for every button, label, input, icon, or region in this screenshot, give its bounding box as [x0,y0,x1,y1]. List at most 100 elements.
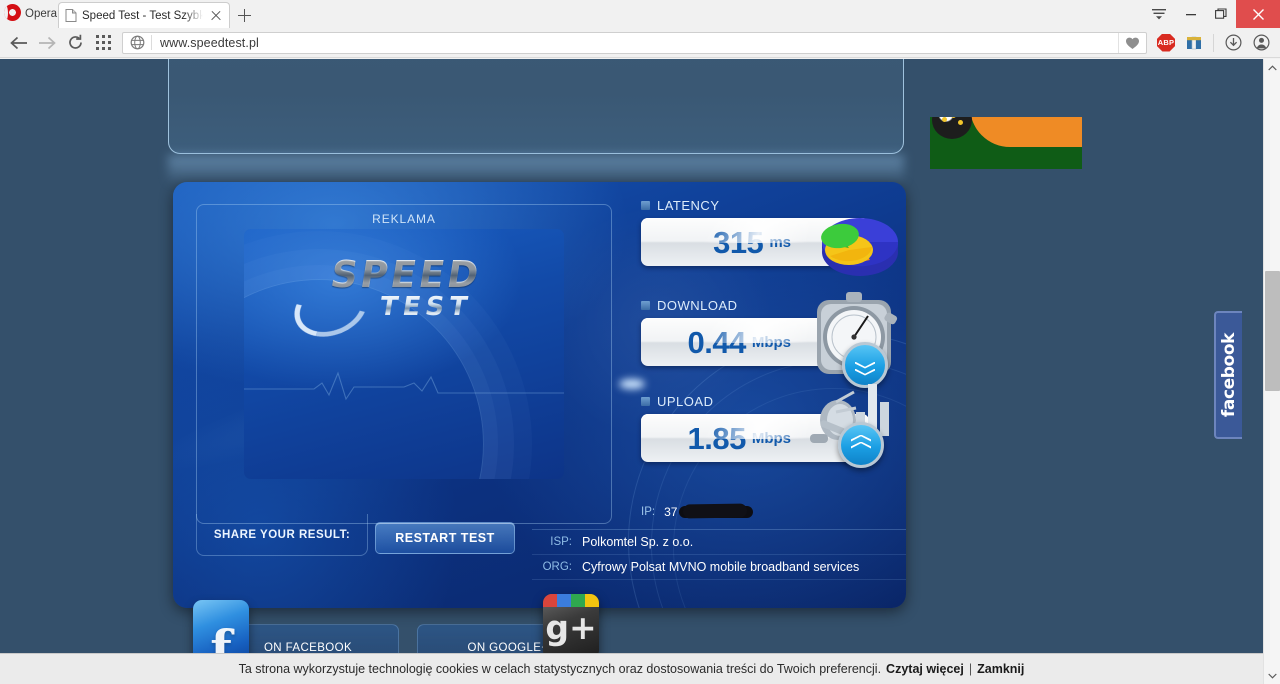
speed-dial-grid-icon [95,35,111,50]
bookmark-heart-icon[interactable] [1118,32,1146,53]
ip-row: IP: 37 [641,505,891,519]
google-color-stripe [543,594,599,607]
latency-value: 315 [713,224,764,260]
upload-arrow-badge [838,422,884,468]
profile-button[interactable] [1248,30,1274,56]
downloads-button[interactable] [1220,30,1246,56]
download-value-pill: 0.44 Mbps [641,292,898,388]
globe-badge-icon [130,35,144,50]
opera-logo-icon [4,3,21,21]
abp-icon: ABP [1157,33,1175,52]
speed-dial-button[interactable] [90,30,116,56]
stripe-red [543,594,557,607]
bullet-icon [641,397,650,406]
chevron-up-icon [851,442,871,449]
profile-icon [1252,34,1270,51]
heart-icon [1126,37,1139,49]
google-plus-icon[interactable]: g+ [543,594,599,660]
ad-orange-shape [970,117,1082,147]
url-text[interactable]: www.speedtest.pl [152,36,259,50]
restore-button[interactable] [1206,0,1236,28]
chevron-down-icon [855,362,875,369]
bullet-icon [641,201,650,210]
back-button[interactable] [6,30,32,56]
cookie-separator: | [968,662,973,676]
chevron-up-icon [1268,64,1277,70]
scroll-up-button[interactable] [1264,59,1280,76]
result-row-latency: LATENCY 315 ms [641,198,899,276]
bullet-icon [641,301,650,310]
close-window-button[interactable] [1236,0,1280,28]
restart-test-button[interactable]: RESTART TEST [375,522,515,554]
tab-strip: Speed Test - Test Szybkoś [58,0,1280,28]
download-label: DOWNLOAD [657,298,738,313]
tab-close-icon[interactable] [209,9,223,23]
ad-bottom-glow [618,379,645,389]
org-value: Cyfrowy Polsat MVNO mobile broadband ser… [582,560,860,574]
title-bar: Opera Speed Test - Test Szybkoś [0,0,1280,28]
result-row-download: DOWNLOAD 0.44 Mbps [641,292,898,388]
facebook-side-tab[interactable]: facebook [1214,311,1242,439]
org-row: ORG: Cyfrowy Polsat MVNO mobile broadban… [532,555,906,580]
facebook-side-tab-label: facebook [1219,332,1239,418]
forward-button[interactable] [34,30,60,56]
site-badge-icon [123,35,151,50]
latency-label: LATENCY [657,198,720,213]
upper-panel-partial [168,59,904,154]
navigation-toolbar: www.speedtest.pl ABP [0,28,1280,58]
new-tab-button[interactable] [230,2,258,28]
banner-ad[interactable] [930,117,1082,169]
page-scrollbar[interactable] [1263,59,1280,684]
isp-value: Polkomtel Sp. z o.o. [582,535,694,549]
back-arrow-icon [10,36,27,49]
opera-app-name: Opera [25,8,57,20]
latency-unit: ms [769,233,791,251]
isp-label: ISP: [550,536,572,548]
advertisement-creative[interactable]: SPEED TEST [244,229,564,479]
isp-info-table: ISP: Polkomtel Sp. z o.o. ORG: Cyfrowy P… [532,529,906,580]
ad-ball-icon [932,117,972,139]
ip-label: IP: [641,506,656,518]
minimize-button[interactable] [1176,0,1206,28]
download-value: 0.44 [687,324,746,360]
ip-prefix: 37 [664,505,678,519]
isp-row: ISP: Polkomtel Sp. z o.o. [532,530,906,555]
reload-button[interactable] [62,30,88,56]
latency-value-pill: 315 ms [641,218,899,276]
upload-label: UPLOAD [657,394,714,409]
cookie-read-more-link[interactable]: Czytaj więcej [886,662,964,676]
page-canvas: REKLAMA SPEED TEST SHARE YOUR RESULT: RE [0,59,1263,684]
upload-value: 1.85 [687,420,746,456]
ip-value: 37 [664,505,754,519]
logo-line-speed: SPEED [244,253,564,296]
page-favicon-icon [65,9,77,22]
cookie-close-link[interactable]: Zamknij [977,662,1024,676]
window-controls [1142,0,1280,28]
menu-icon [1152,9,1166,20]
address-bar[interactable]: www.speedtest.pl [122,31,1147,54]
toolbar-divider [1213,33,1214,52]
cookie-message: Ta strona wykorzystuje technologię cooki… [238,662,882,676]
upload-value-pill: 1.85 Mbps [641,384,889,468]
page-viewport: REKLAMA SPEED TEST SHARE YOUR RESULT: RE [0,59,1280,684]
scroll-down-button[interactable] [1264,667,1280,684]
ip-redaction-mark [679,506,754,518]
share-result-label: SHARE YOUR RESULT: [213,528,351,541]
panel-glow [168,155,904,185]
close-icon [1252,8,1264,20]
download-unit: Mbps [751,333,791,351]
download-icon [1224,34,1242,51]
scrollbar-thumb[interactable] [1265,271,1280,391]
result-row-upload: UPLOAD 1.85 Mbps [641,384,889,468]
opera-branding: Opera [0,0,58,28]
browser-tab-speedtest[interactable]: Speed Test - Test Szybkoś [58,2,230,28]
bookmarks-button[interactable] [1181,30,1207,56]
minimize-icon [1186,14,1196,16]
menu-button[interactable] [1142,0,1176,28]
forward-arrow-icon [39,36,56,49]
chevron-down-icon [1268,673,1277,679]
adblock-button[interactable]: ABP [1153,30,1179,56]
restore-icon [1214,8,1227,19]
ecg-line-decoration [244,371,564,401]
restart-test-label: RESTART TEST [395,531,495,545]
